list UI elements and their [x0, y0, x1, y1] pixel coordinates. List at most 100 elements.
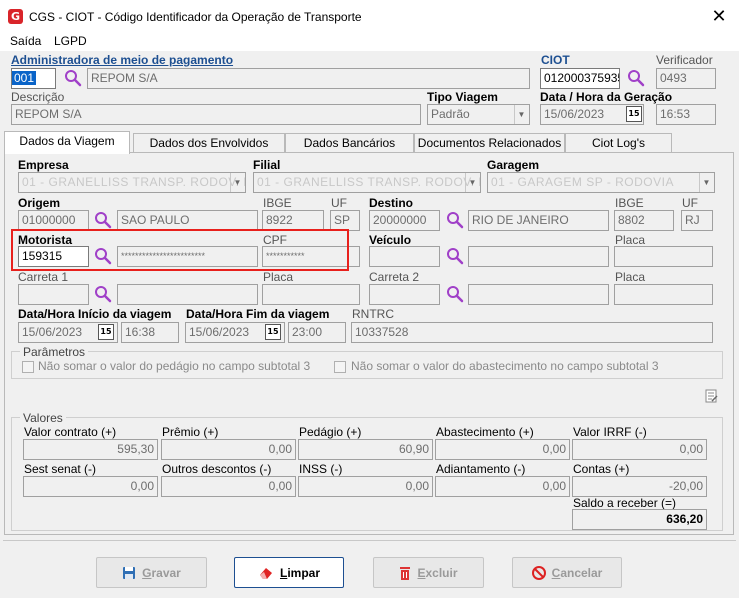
search-destino-icon[interactable] — [446, 211, 464, 229]
tab-ciot-logs[interactable]: Ciot Log's — [565, 133, 672, 153]
tab-documentos-relacionados[interactable]: Documentos Relacionados — [414, 133, 565, 153]
pedagio-field: 60,90 — [298, 439, 433, 460]
close-window-button[interactable]: ✕ — [705, 5, 733, 29]
irrf-field: 0,00 — [572, 439, 707, 460]
abastecimento-label: Abastecimento (+) — [436, 425, 534, 439]
garagem-select[interactable]: 01 - GARAGEM SP - RODOVIA — [487, 172, 715, 193]
nao-somar-pedagio-label: Não somar o valor do pedágio no campo su… — [38, 359, 311, 373]
pedagio-label: Pedágio (+) — [299, 425, 362, 439]
eraser-icon — [259, 567, 272, 579]
gravar-label: Gravar — [142, 565, 181, 580]
search-ciot-icon[interactable] — [627, 69, 645, 87]
search-veiculo-icon[interactable] — [446, 247, 464, 265]
cancelar-label: Cancelar — [551, 565, 603, 580]
origem-uf-label: UF — [331, 196, 347, 210]
excluir-button[interactable]: Excluir — [373, 557, 484, 588]
origem-city-field: SAO PAULO — [117, 210, 258, 231]
admin-label: Administradora de meio de pagamento — [11, 53, 234, 67]
calendar-icon[interactable]: 15 — [626, 106, 642, 122]
fim-hora-field[interactable]: 23:00 — [288, 322, 346, 343]
calendar-icon[interactable]: 15 — [265, 324, 281, 340]
premio-field: 0,00 — [161, 439, 296, 460]
cancel-icon — [531, 565, 546, 580]
window-title: CGS - CIOT - Código Identificador da Ope… — [29, 10, 362, 24]
tab-dados-bancarios[interactable]: Dados Bancários — [285, 133, 414, 153]
excluir-label: Excluir — [417, 565, 458, 580]
carreta2-placa-field — [614, 284, 713, 305]
tipo-viagem-label: Tipo Viagem — [427, 90, 498, 104]
saldo-receber-field: 636,20 — [572, 509, 707, 530]
destino-uf-field: RJ — [681, 210, 713, 231]
carreta1-code-field[interactable] — [18, 284, 89, 305]
app-logo-icon: G — [8, 9, 23, 24]
tipo-viagem-value: Padrão — [431, 107, 470, 121]
inss-label: INSS (-) — [299, 462, 343, 476]
origem-ibge-field: 8922 — [262, 210, 324, 231]
origem-code-field[interactable]: 01000000 — [18, 210, 89, 231]
gravar-button[interactable]: Gravar — [96, 557, 207, 588]
outros-descontos-label: Outros descontos (-) — [162, 462, 272, 476]
calendar-icon[interactable]: 15 — [98, 324, 114, 340]
parametros-title: Parâmetros — [20, 345, 89, 359]
chevron-down-icon[interactable]: ▼ — [514, 105, 528, 124]
destino-ibge-label: IBGE — [615, 196, 644, 210]
menu-saida[interactable]: Saída — [10, 34, 41, 48]
chevron-down-icon[interactable]: ▼ — [465, 173, 479, 192]
veiculo-label: Veículo — [369, 233, 412, 247]
filial-select[interactable]: 01 - GRANELLISS TRANSP. RODOV. LTDA — [253, 172, 481, 193]
empresa-label: Empresa — [18, 158, 69, 172]
menu-lgpd[interactable]: LGPD — [54, 34, 87, 48]
ciot-input[interactable]: 012000375935 — [540, 68, 620, 89]
destino-label: Destino — [369, 196, 414, 210]
search-admin-icon[interactable] — [64, 69, 82, 87]
admin-code-input[interactable]: 001 — [11, 68, 56, 89]
rntrc-label: RNTRC — [352, 307, 394, 321]
ciot-label: CIOT — [541, 53, 570, 67]
cancelar-button[interactable]: Cancelar — [512, 557, 622, 588]
carreta1-placa-label: Placa — [263, 270, 294, 284]
inicio-hora-field[interactable]: 16:38 — [121, 322, 179, 343]
adiantamento-field: 0,00 — [435, 476, 570, 497]
tab-dados-envolvidos[interactable]: Dados dos Envolvidos — [133, 133, 285, 153]
search-carreta1-icon[interactable] — [94, 285, 112, 303]
admin-name-field: REPOM S/A — [87, 68, 530, 89]
destino-ibge-field: 8802 — [614, 210, 674, 231]
menu-bar — [0, 33, 739, 51]
chevron-down-icon[interactable]: ▼ — [699, 173, 713, 192]
carreta2-label: Carreta 2 — [369, 270, 420, 284]
search-origem-icon[interactable] — [94, 211, 112, 229]
tab-strip: Dados da Viagem Dados dos Envolvidos Dad… — [4, 131, 734, 154]
destino-uf-label: UF — [682, 196, 698, 210]
valor-contrato-label: Valor contrato (+) — [24, 425, 117, 439]
trash-icon — [400, 566, 411, 580]
highlight-box — [11, 229, 349, 271]
veiculo-code-field[interactable] — [369, 246, 440, 267]
carreta1-label: Carreta 1 — [18, 270, 69, 284]
descricao-field: REPOM S/A — [11, 104, 421, 125]
divider — [3, 540, 736, 541]
carreta2-code-field[interactable] — [369, 284, 440, 305]
inss-field: 0,00 — [298, 476, 433, 497]
hora-geracao-field: 16:53 — [656, 104, 716, 125]
destino-city-field: RIO DE JANEIRO — [468, 210, 609, 231]
admin-code-value: 001 — [12, 71, 37, 85]
veiculo-placa-label: Placa — [615, 233, 646, 247]
contas-label: Contas (+) — [573, 462, 630, 476]
carreta2-desc-field — [468, 284, 609, 305]
tab-dados-viagem[interactable]: Dados da Viagem — [4, 131, 130, 154]
nao-somar-abastecimento-checkbox[interactable] — [334, 361, 346, 373]
document-edit-icon[interactable] — [703, 388, 719, 404]
origem-label: Origem — [18, 196, 61, 210]
veiculo-desc-field — [468, 246, 609, 267]
garagem-label: Garagem — [487, 158, 540, 172]
nao-somar-pedagio-checkbox[interactable] — [22, 361, 34, 373]
limpar-button[interactable]: Limpar — [234, 557, 344, 588]
empresa-select[interactable]: 01 - GRANELLISS TRANSP. RODOV. LTDA — [18, 172, 246, 193]
chevron-down-icon[interactable]: ▼ — [230, 173, 244, 192]
saldo-receber-label: Saldo a receber (=) — [573, 496, 677, 510]
inicio-viagem-label: Data/Hora Início da viagem — [18, 307, 172, 321]
carreta2-placa-label: Placa — [615, 270, 646, 284]
search-carreta2-icon[interactable] — [446, 285, 464, 303]
carreta1-desc-field — [117, 284, 258, 305]
destino-code-field[interactable]: 20000000 — [369, 210, 440, 231]
